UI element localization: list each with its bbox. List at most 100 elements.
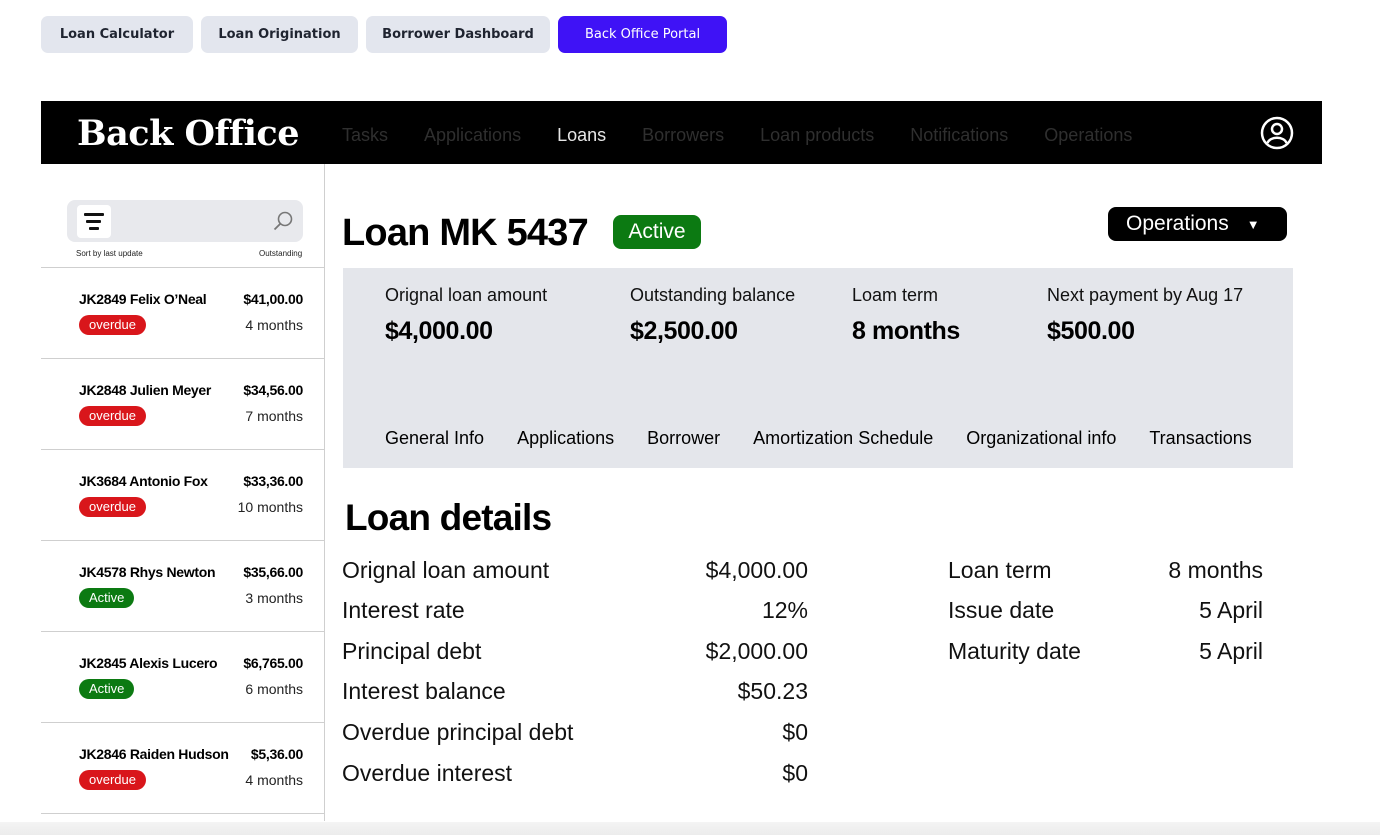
tab-general-info[interactable]: General Info (385, 428, 484, 449)
summary-value: $500.00 (1047, 317, 1135, 345)
loan-sidebar: Sort by last update Outstanding JK2849 F… (41, 164, 325, 821)
status-badge: overdue (79, 770, 146, 790)
detail-value: $0 (782, 719, 808, 745)
page-title: Loan MK 5437 (342, 212, 589, 254)
summary-label: Orignal loan amount (385, 285, 548, 305)
detail-value: $0 (782, 760, 808, 786)
status-badge: overdue (79, 315, 146, 335)
nav-applications[interactable]: Applications (424, 125, 521, 146)
loan-row-months: 4 months (245, 317, 303, 333)
nav-loan-products[interactable]: Loan products (760, 125, 874, 146)
loan-row-months: 7 months (245, 408, 303, 424)
list-item[interactable]: JK2849 Felix O’Neal $41,00.00 overdue 4 … (41, 268, 325, 359)
tab-transactions[interactable]: Transactions (1149, 428, 1251, 449)
summary-label: Next payment by Aug 17 (1047, 285, 1244, 305)
bottom-edge (0, 822, 1380, 835)
loan-list: JK2849 Felix O’Neal $41,00.00 overdue 4 … (41, 267, 325, 814)
loan-row-amount: $5,36.00 (250, 746, 303, 762)
loan-row-title: JK4578 Rhys Newton (79, 564, 216, 580)
loan-row-months: 10 months (237, 499, 303, 515)
detail-row: Orignal loan amount $4,000.00 (342, 557, 808, 587)
brand-title: Back Office (77, 113, 299, 154)
operations-label: Operations (1126, 212, 1229, 235)
detail-label: Loan term (948, 557, 1052, 583)
search-input[interactable] (67, 200, 303, 242)
detail-value: $4,000.00 (705, 557, 808, 583)
list-item[interactable]: JK2848 Julien Meyer $34,56.00 overdue 7 … (41, 359, 325, 450)
search-icon[interactable] (272, 210, 294, 232)
loan-row-title: JK2846 Raiden Hudson (79, 746, 229, 762)
detail-label: Orignal loan amount (342, 557, 550, 583)
nav-borrowers[interactable]: Borrowers (642, 125, 724, 146)
nav-tasks[interactable]: Tasks (342, 125, 388, 146)
summary-value: 8 months (852, 317, 960, 345)
loan-row-months: 6 months (245, 681, 303, 697)
detail-value: 12% (761, 597, 808, 623)
summary-value: $4,000.00 (385, 317, 493, 345)
summary-next-payment: Next payment by Aug 17 $500.00 (1047, 285, 1243, 346)
nav-notifications[interactable]: Notifications (910, 125, 1008, 146)
detail-row: Maturity date 5 April (948, 638, 1263, 668)
filter-lines-icon (84, 213, 104, 216)
operations-dropdown-button[interactable]: Operations ▼ (1108, 207, 1287, 241)
tab-loan-calculator[interactable]: Loan Calculator (41, 16, 193, 53)
filter-button[interactable] (77, 205, 111, 238)
detail-value: 5 April (1199, 638, 1263, 664)
detail-value: $2,000.00 (705, 638, 808, 664)
tab-borrower[interactable]: Borrower (647, 428, 720, 449)
filter-lines-icon (86, 220, 101, 223)
list-item[interactable]: JK2846 Raiden Hudson $5,36.00 overdue 4 … (41, 723, 325, 814)
loan-row-title: JK3684 Antonio Fox (79, 473, 208, 489)
detail-row: Overdue principal debt $0 (342, 719, 808, 749)
status-badge: Active (79, 588, 135, 608)
detail-row: Interest balance $50.23 (342, 678, 808, 708)
loan-details-heading: Loan details (345, 497, 552, 538)
summary-loan-term: Loam term 8 months (852, 285, 960, 346)
detail-row: Loan term 8 months (948, 557, 1263, 587)
loan-row-months: 4 months (245, 772, 303, 788)
detail-label: Interest rate (342, 597, 465, 623)
loan-status-badge: Active (613, 215, 701, 249)
detail-label: Overdue principal debt (342, 719, 574, 745)
main-nav: Tasks Applications Loans Borrowers Loan … (342, 125, 1132, 146)
caret-down-icon: ▼ (1246, 216, 1260, 232)
summary-value: $2,500.00 (630, 317, 738, 345)
detail-label: Issue date (948, 597, 1055, 623)
tab-amortization-schedule[interactable]: Amortization Schedule (753, 428, 933, 449)
nav-operations[interactable]: Operations (1044, 125, 1132, 146)
list-item[interactable]: JK4578 Rhys Newton $35,66.00 Active 3 mo… (41, 541, 325, 632)
summary-label: Loam term (852, 285, 939, 305)
list-item[interactable]: JK2845 Alexis Lucero $6,765.00 Active 6 … (41, 632, 325, 723)
detail-row: Overdue interest $0 (342, 760, 808, 790)
loan-row-title: JK2848 Julien Meyer (79, 382, 212, 398)
user-icon[interactable] (1260, 116, 1294, 150)
list-item[interactable]: JK3684 Antonio Fox $33,36.00 overdue 10 … (41, 450, 325, 541)
loan-summary-panel: Orignal loan amount $4,000.00 Outstandin… (343, 268, 1293, 468)
tab-loan-origination[interactable]: Loan Origination (201, 16, 358, 53)
detail-label: Maturity date (948, 638, 1081, 664)
detail-value: $50.23 (737, 678, 808, 704)
nav-loans[interactable]: Loans (557, 125, 606, 146)
tab-borrower-dashboard[interactable]: Borrower Dashboard (366, 16, 550, 53)
loan-row-amount: $34,56.00 (243, 382, 303, 398)
detail-row: Issue date 5 April (948, 597, 1263, 627)
outstanding-label: Outstanding (259, 249, 303, 258)
status-badge: overdue (79, 406, 146, 426)
status-badge: Active (79, 679, 135, 699)
tab-back-office-portal[interactable]: Back Office Portal (558, 16, 727, 53)
filter-lines-icon (89, 227, 99, 230)
loan-row-title: JK2849 Felix O’Neal (79, 291, 207, 307)
detail-value: 8 months (1168, 557, 1263, 583)
summary-label: Outstanding balance (630, 285, 796, 305)
portal-tabs: Loan Calculator Loan Origination Borrowe… (41, 16, 727, 53)
summary-outstanding-balance: Outstanding balance $2,500.00 (630, 285, 795, 346)
sort-label[interactable]: Sort by last update (76, 249, 143, 258)
detail-row: Principal debt $2,000.00 (342, 638, 808, 668)
detail-label: Principal debt (342, 638, 482, 664)
tab-applications[interactable]: Applications (517, 428, 614, 449)
detail-label: Overdue interest (342, 760, 513, 786)
detail-label: Interest balance (342, 678, 506, 704)
tab-organizational-info[interactable]: Organizational info (966, 428, 1116, 449)
loan-tabs: General Info Applications Borrower Amort… (385, 428, 1252, 449)
loan-row-title: JK2845 Alexis Lucero (79, 655, 218, 671)
